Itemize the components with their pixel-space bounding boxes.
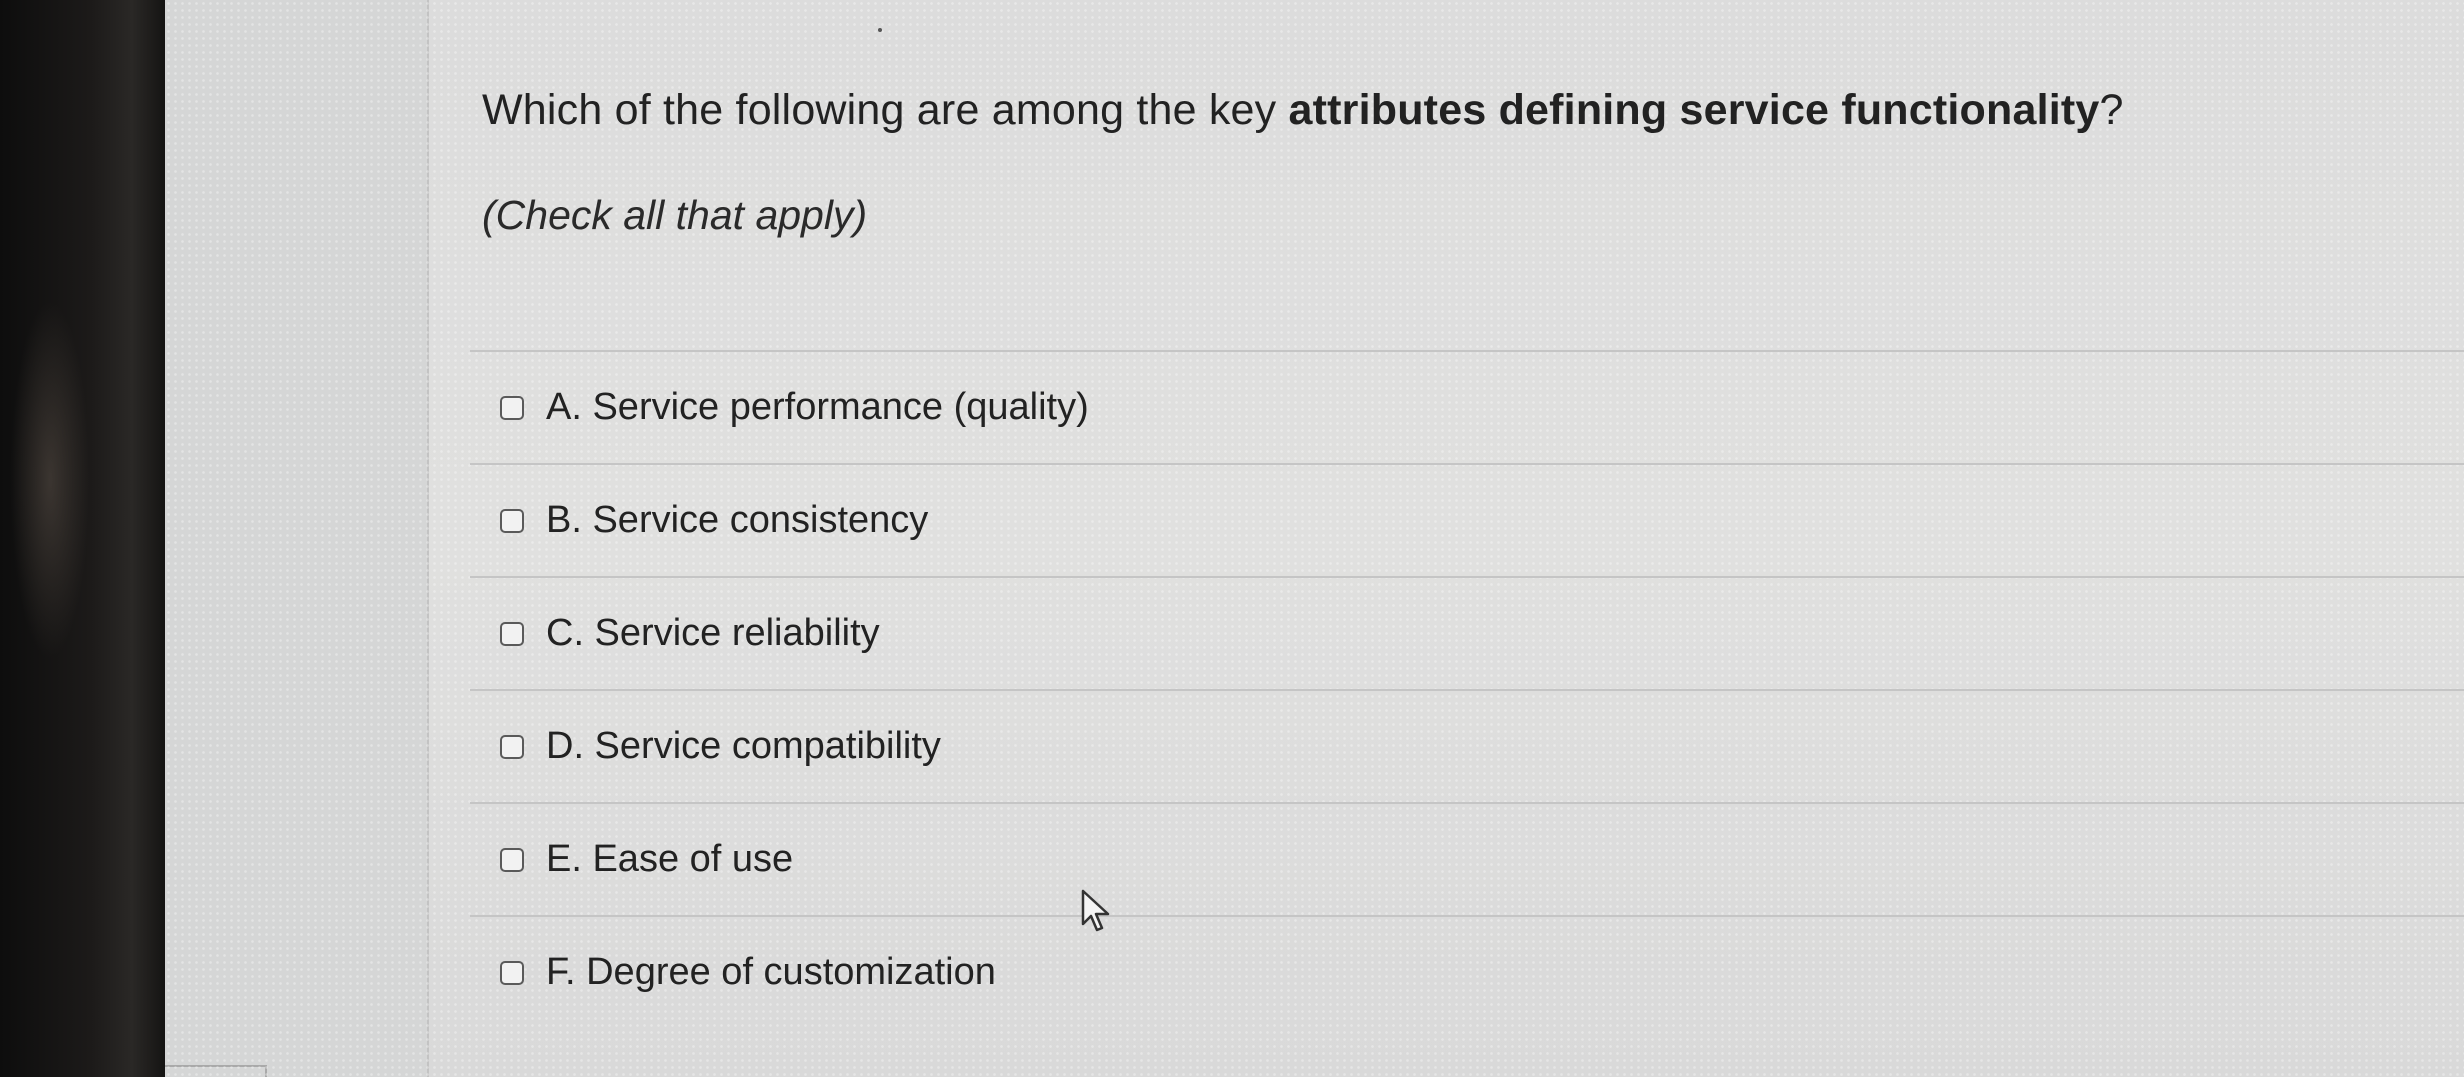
checkbox-icon[interactable] — [500, 395, 524, 420]
answer-option-c[interactable]: C. Service reliability — [470, 576, 2464, 689]
question-text-bold: attributes defining service functionalit… — [1288, 86, 2100, 134]
answer-option-b[interactable]: B. Service consistency — [470, 463, 2464, 576]
checkbox-icon[interactable] — [500, 621, 524, 646]
answer-option-label: A. Service performance (quality) — [546, 386, 1089, 428]
answer-option-f[interactable]: F. Degree of customization — [470, 915, 2464, 1028]
answer-option-e[interactable]: E. Ease of use — [470, 802, 2464, 915]
monitor-bezel — [0, 0, 165, 1077]
answer-option-label: D. Service compatibility — [546, 725, 941, 767]
bezel-glare — [10, 300, 90, 660]
answer-option-label: C. Service reliability — [546, 612, 880, 654]
question-instruction: (Check all that apply) — [482, 192, 868, 238]
checkbox-icon[interactable] — [500, 847, 524, 872]
checkbox-icon[interactable] — [500, 960, 524, 985]
checkbox-icon[interactable] — [500, 508, 524, 533]
question-text-suffix: ? — [2099, 86, 2124, 134]
question-text: Which of the following are among the key… — [482, 86, 2124, 135]
answer-option-label: F. Degree of customization — [546, 951, 996, 993]
question-text-prefix: Which of the following are among the key — [482, 86, 1289, 134]
left-panel-tab[interactable] — [165, 1065, 267, 1077]
answer-option-a[interactable]: A. Service performance (quality) — [470, 350, 2464, 463]
answer-options-list: A. Service performance (quality) B. Serv… — [470, 350, 2464, 1028]
screen-speck — [878, 28, 882, 32]
left-panel — [165, 0, 429, 1077]
answer-option-d[interactable]: D. Service compatibility — [470, 689, 2464, 802]
checkbox-icon[interactable] — [500, 734, 524, 759]
answer-option-label: B. Service consistency — [546, 499, 929, 541]
pointer-arrow-icon — [1081, 889, 1110, 932]
answer-option-label: E. Ease of use — [546, 838, 794, 880]
